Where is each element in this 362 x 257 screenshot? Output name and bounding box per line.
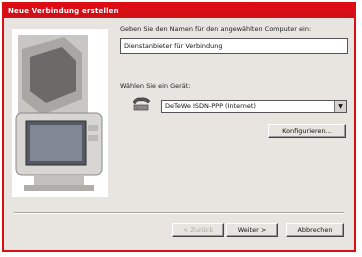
device-select[interactable]: DeTeWe ISDN-PPP (Internet) ▼	[161, 100, 347, 113]
connection-name-input[interactable]	[120, 38, 348, 54]
title-bar[interactable]: Neue Verbindung erstellen	[4, 4, 354, 18]
new-connection-dialog: Neue Verbindung erstellen Geben Sie den …	[2, 2, 356, 252]
monitor-icon	[12, 29, 108, 197]
configure-button[interactable]: Konfigurieren...	[268, 124, 346, 138]
device-select-value: DeTeWe ISDN-PPP (Internet)	[165, 102, 256, 110]
window-title: Neue Verbindung erstellen	[8, 7, 119, 15]
modem-phone-icon	[132, 96, 152, 112]
cancel-button[interactable]: Abbrechen	[286, 223, 344, 237]
next-button[interactable]: Weiter >	[226, 223, 278, 237]
instruction-text: Geben Sie den Namen für den angewählten …	[120, 25, 312, 33]
computer-monitor-illustration	[12, 29, 108, 197]
chevron-down-icon[interactable]: ▼	[334, 101, 346, 112]
back-button[interactable]: < Zurück	[172, 223, 224, 237]
separator	[14, 212, 344, 214]
device-label: Wählen Sie ein Gerät:	[120, 82, 191, 90]
